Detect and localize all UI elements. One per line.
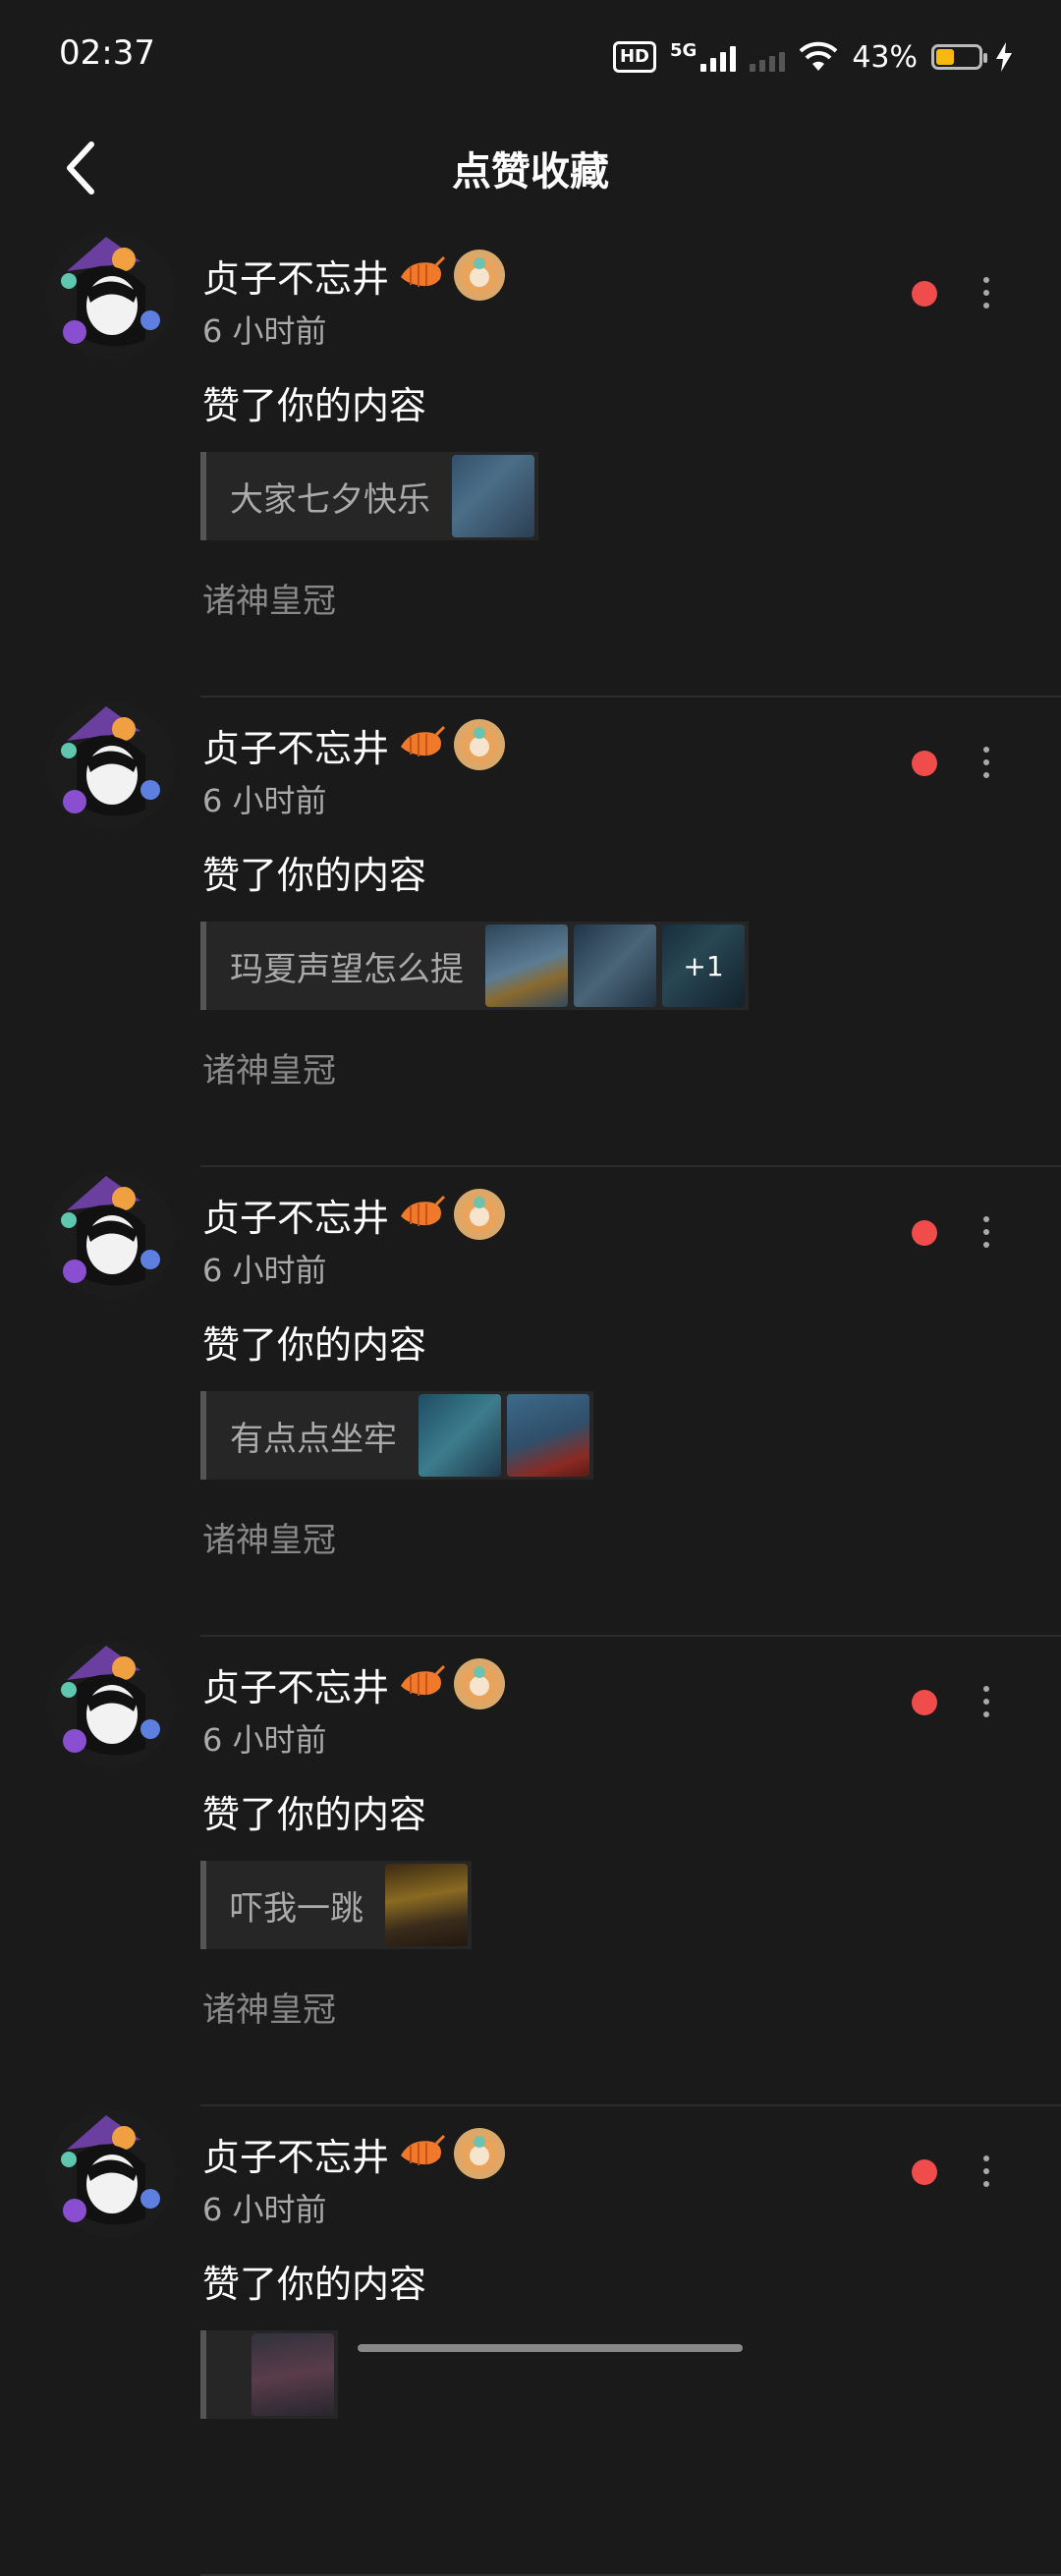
user-badge-icon	[454, 1658, 506, 1709]
post-thumbnail[interactable]	[507, 1394, 589, 1477]
quoted-post[interactable]: 玛夏声望怎么提 +1	[200, 922, 749, 1010]
user-name[interactable]: 贞子不忘井	[202, 2127, 389, 2181]
user-name-row: 贞子不忘井	[202, 2124, 506, 2183]
shrimp-icon	[401, 725, 446, 756]
user-name-row: 贞子不忘井	[202, 1654, 506, 1713]
avatar-image	[47, 701, 175, 829]
page-title: 点赞收藏	[452, 149, 609, 195]
post-thumbnail[interactable]	[385, 1864, 468, 1946]
post-thumbnails	[251, 2333, 334, 2416]
avatar-image	[47, 2110, 175, 2238]
more-images-count: +1	[662, 924, 745, 1007]
user-badge-icon	[454, 2128, 506, 2179]
more-options-icon[interactable]	[967, 2142, 1006, 2201]
avatar[interactable]	[47, 232, 175, 360]
hd-volte-icon: HD	[612, 41, 656, 73]
unread-dot	[912, 2159, 937, 2185]
post-thumbnail[interactable]	[251, 2333, 334, 2416]
app-header: 点赞收藏	[0, 118, 1061, 216]
community-name[interactable]: 诸神皇冠	[202, 1043, 336, 1092]
user-badge-icon	[454, 250, 506, 301]
timestamp: 6 小时前	[202, 2191, 327, 2228]
post-title: 吓我一跳	[230, 1888, 363, 1929]
timestamp: 6 小时前	[202, 1252, 327, 1289]
battery-icon	[931, 44, 987, 70]
more-options-icon[interactable]	[967, 733, 1006, 792]
post-thumbnail[interactable]	[452, 455, 534, 537]
more-options-icon[interactable]	[967, 263, 1006, 322]
quoted-post[interactable]	[200, 2330, 338, 2419]
quoted-post[interactable]: 吓我一跳	[200, 1861, 472, 1949]
post-thumbnails	[452, 455, 534, 537]
action-text: 赞了你的内容	[202, 1793, 427, 1836]
community-name[interactable]: 诸神皇冠	[202, 1513, 336, 1561]
post-thumbnails	[385, 1864, 468, 1946]
post-title: 玛夏声望怎么提	[230, 949, 464, 989]
post-title: 大家七夕快乐	[230, 479, 430, 520]
notification-item[interactable]: 贞子不忘井 6 小时前 赞了你的内容 大家七夕快乐 诸神皇冠	[0, 228, 1061, 698]
wifi-icon	[799, 41, 838, 71]
shrimp-icon	[401, 2134, 446, 2165]
notification-list: 贞子不忘井 6 小时前 赞了你的内容 大家七夕快乐 诸神皇冠 贞子不忘井 6 小…	[0, 228, 1061, 2576]
avatar-image	[47, 232, 175, 360]
status-bar: 02:37 HD 5G 43%	[0, 0, 1061, 118]
quoted-post[interactable]: 有点点坐牢	[200, 1391, 593, 1480]
more-options-icon[interactable]	[967, 1203, 1006, 1261]
signal-sim2-icon	[750, 42, 786, 72]
avatar[interactable]	[47, 1171, 175, 1299]
timestamp: 6 小时前	[202, 312, 327, 350]
notification-item[interactable]: 贞子不忘井 6 小时前 赞了你的内容 吓我一跳 诸神皇冠	[0, 1637, 1061, 2106]
user-name[interactable]: 贞子不忘井	[202, 249, 389, 303]
post-thumbnail[interactable]	[485, 924, 568, 1007]
user-name-row: 贞子不忘井	[202, 1185, 506, 1244]
post-title: 有点点坐牢	[230, 1419, 397, 1459]
user-name[interactable]: 贞子不忘井	[202, 718, 389, 772]
avatar[interactable]	[47, 701, 175, 829]
user-name[interactable]: 贞子不忘井	[202, 1657, 389, 1711]
user-badge-icon	[454, 1189, 506, 1240]
timestamp: 6 小时前	[202, 1721, 327, 1759]
user-badge-icon	[454, 719, 506, 770]
shrimp-icon	[401, 1195, 446, 1226]
user-name[interactable]: 贞子不忘井	[202, 1188, 389, 1242]
notification-item[interactable]: 贞子不忘井 6 小时前 赞了你的内容 有点点坐牢 诸神皇冠	[0, 1167, 1061, 1637]
action-text: 赞了你的内容	[202, 854, 427, 897]
community-name[interactable]: 诸神皇冠	[202, 1983, 336, 2031]
more-options-icon[interactable]	[967, 1672, 1006, 1731]
unread-dot	[912, 281, 937, 307]
shrimp-icon	[401, 1664, 446, 1696]
post-thumbnails: +1	[485, 924, 745, 1007]
user-name-row: 贞子不忘井	[202, 246, 506, 305]
shrimp-icon	[401, 255, 446, 287]
avatar[interactable]	[47, 1641, 175, 1768]
post-thumbnail[interactable]: +1	[662, 924, 745, 1007]
signal-5g-icon: 5G	[670, 42, 737, 72]
user-name-row: 贞子不忘井	[202, 715, 506, 774]
post-thumbnail[interactable]	[574, 924, 656, 1007]
quoted-post[interactable]: 大家七夕快乐	[200, 452, 538, 540]
battery-percent: 43%	[852, 39, 918, 75]
notification-item[interactable]: 贞子不忘井 6 小时前 赞了你的内容	[0, 2106, 1061, 2576]
avatar[interactable]	[47, 2110, 175, 2238]
notification-item[interactable]: 贞子不忘井 6 小时前 赞了你的内容 玛夏声望怎么提 +1 诸神皇冠	[0, 698, 1061, 1167]
action-text: 赞了你的内容	[202, 2263, 427, 2306]
avatar-image	[47, 1641, 175, 1768]
home-indicator[interactable]	[358, 2344, 743, 2352]
action-text: 赞了你的内容	[202, 1323, 427, 1367]
unread-dot	[912, 1690, 937, 1715]
action-text: 赞了你的内容	[202, 384, 427, 427]
unread-dot	[912, 751, 937, 776]
post-thumbnails	[419, 1394, 589, 1477]
avatar-image	[47, 1171, 175, 1299]
post-thumbnail[interactable]	[419, 1394, 501, 1477]
clock: 02:37	[59, 33, 155, 73]
community-name[interactable]: 诸神皇冠	[202, 574, 336, 622]
unread-dot	[912, 1220, 937, 1246]
timestamp: 6 小时前	[202, 782, 327, 819]
charging-bolt-icon	[996, 42, 1012, 72]
status-icons: HD 5G 43%	[612, 35, 1012, 79]
